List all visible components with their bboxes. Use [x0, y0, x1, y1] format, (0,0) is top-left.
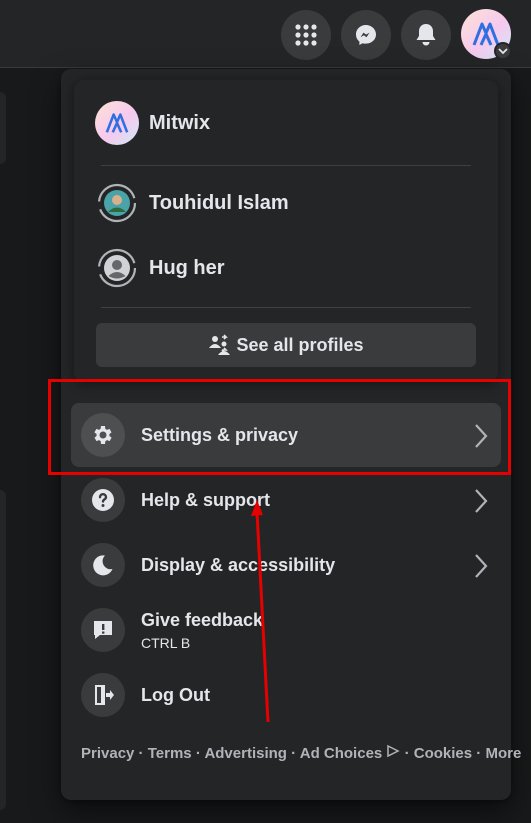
annotation-arrow [251, 500, 270, 723]
